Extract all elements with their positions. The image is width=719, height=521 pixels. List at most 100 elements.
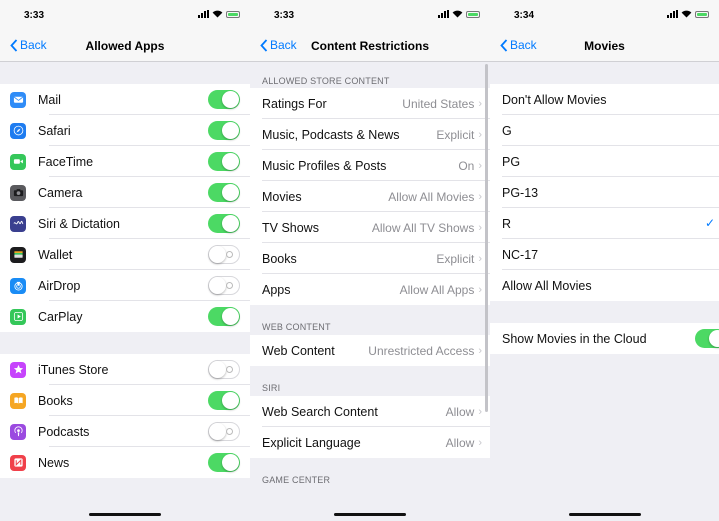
toggle-switch[interactable] [208,90,240,109]
setting-row-music-profiles-and-posts[interactable]: Music Profiles & Posts On › [250,150,490,181]
toggle-switch[interactable] [208,152,240,171]
settings-group: Web Content Unrestricted Access › [250,335,490,366]
toggle-switch[interactable] [208,453,240,472]
toggle-knob [209,277,233,294]
setting-label: Ratings For [262,96,327,111]
app-row-itunes-store[interactable]: iTunes Store [0,354,250,385]
cloud-group: Show Movies in the Cloud [490,323,719,354]
app-row-facetime[interactable]: FaceTime [0,146,250,177]
setting-row-apps[interactable]: Apps Allow All Apps › [250,274,490,305]
setting-row-music-podcasts-and-news[interactable]: Music, Podcasts & News Explicit › [250,119,490,150]
setting-value: On [458,158,475,173]
app-row-podcasts[interactable]: Podcasts [0,416,250,447]
toggle-switch[interactable] [208,214,240,233]
toggle-knob [222,392,239,409]
cloud-toggle-row[interactable]: Show Movies in the Cloud [490,323,719,354]
setting-value: Unrestricted Access [368,343,475,358]
setting-value: United States [402,96,475,111]
setting-label: Explicit Language [262,435,361,450]
toggle-knob [709,330,719,347]
app-group: iTunes Store Books Podcasts News [0,354,250,478]
status-bar: 3:33 [250,0,490,30]
rating-option-nc-17[interactable]: NC-17 [490,239,719,270]
setting-row-web-search-content[interactable]: Web Search Content Allow › [250,396,490,427]
setting-label: Web Content [262,343,335,358]
rating-option-r[interactable]: R ✓ [490,208,719,239]
app-row-mail[interactable]: Mail [0,84,250,115]
section-header: GAME CENTER [262,475,331,485]
rating-option-pg[interactable]: PG [490,146,719,177]
setting-label: Apps [262,282,291,297]
setting-row-books[interactable]: Books Explicit › [250,243,490,274]
toggle-switch[interactable] [208,360,240,379]
scroll-indicator[interactable] [485,64,488,412]
toggle-switch[interactable] [208,276,240,295]
toggle-switch[interactable] [208,422,240,441]
setting-value: Allow [445,404,475,419]
toggle-knob [209,423,233,440]
app-row-camera[interactable]: Camera [0,177,250,208]
app-row-wallet[interactable]: Wallet [0,239,250,270]
setting-row-ratings-for[interactable]: Ratings For United States › [250,88,490,119]
status-icons [438,10,480,18]
app-row-airdrop[interactable]: AirDrop [0,270,250,301]
rating-option-don-t-allow-movies[interactable]: Don't Allow Movies [490,84,719,115]
cellular-signal-icon [438,10,449,18]
cellular-signal-icon [198,10,209,18]
home-indicator[interactable] [334,513,406,516]
battery-icon [695,10,709,18]
toggle-switch[interactable] [208,245,240,264]
movie-ratings-list: Don't Allow Movies G PG PG-13 R ✓ NC-17 Allow A… [490,62,719,354]
chevron-right-icon: › [478,344,482,357]
chevron-right-icon: › [478,190,482,203]
podcasts-icon [10,423,26,440]
setting-value: Allow All Apps [399,282,475,297]
carplay-icon [10,308,26,325]
home-indicator[interactable] [568,513,641,516]
section-header: WEB CONTENT [262,322,331,332]
rating-label: Don't Allow Movies [502,92,607,107]
toggle-switch[interactable] [208,121,240,140]
chevron-right-icon: › [478,97,482,110]
setting-label: Books [262,251,297,266]
setting-label: Movies [262,189,302,204]
wifi-icon [681,10,692,18]
rating-option-g[interactable]: G [490,115,719,146]
toggle-switch[interactable] [208,183,240,202]
itunes-store-icon [10,361,26,378]
toggle-switch[interactable] [208,391,240,410]
app-row-siri-and-dictation[interactable]: Siri & Dictation [0,208,250,239]
chevron-right-icon: › [478,405,482,418]
rating-label: PG [502,154,521,169]
rating-option-pg-13[interactable]: PG-13 [490,177,719,208]
chevron-right-icon: › [478,252,482,265]
restrictions-list: ALLOWED STORE CONTENT Ratings For United S… [250,62,490,488]
app-row-books[interactable]: Books [0,385,250,416]
setting-value: Allow [445,435,475,450]
setting-row-movies[interactable]: Movies Allow All Movies › [250,181,490,212]
nav-bar: Back Content Restrictions [250,30,490,62]
toggle-knob [222,153,239,170]
rating-option-allow-all-movies[interactable]: Allow All Movies [490,270,719,301]
battery-icon [466,10,480,18]
app-row-carplay[interactable]: CarPlay [0,301,250,332]
toggle-knob [222,91,239,108]
rating-label: R [502,216,512,231]
toggle-switch[interactable] [208,307,240,326]
status-icons [667,10,709,18]
app-row-safari[interactable]: Safari [0,115,250,146]
setting-row-tv-shows[interactable]: TV Shows Allow All TV Shows › [250,212,490,243]
setting-value: Allow All Movies [388,189,475,204]
setting-row-explicit-language[interactable]: Explicit Language Allow › [250,427,490,458]
setting-label: Web Search Content [262,404,378,419]
app-row-news[interactable]: News [0,447,250,478]
home-indicator[interactable] [89,513,161,516]
setting-row-web-content[interactable]: Web Content Unrestricted Access › [250,335,490,366]
nav-bar: Back Allowed Apps [0,30,250,62]
setting-value: Allow All TV Shows [371,220,475,235]
app-group: Mail Safari FaceTime Camera Siri & Dictation… [0,84,250,332]
toggle-switch[interactable] [695,329,719,348]
